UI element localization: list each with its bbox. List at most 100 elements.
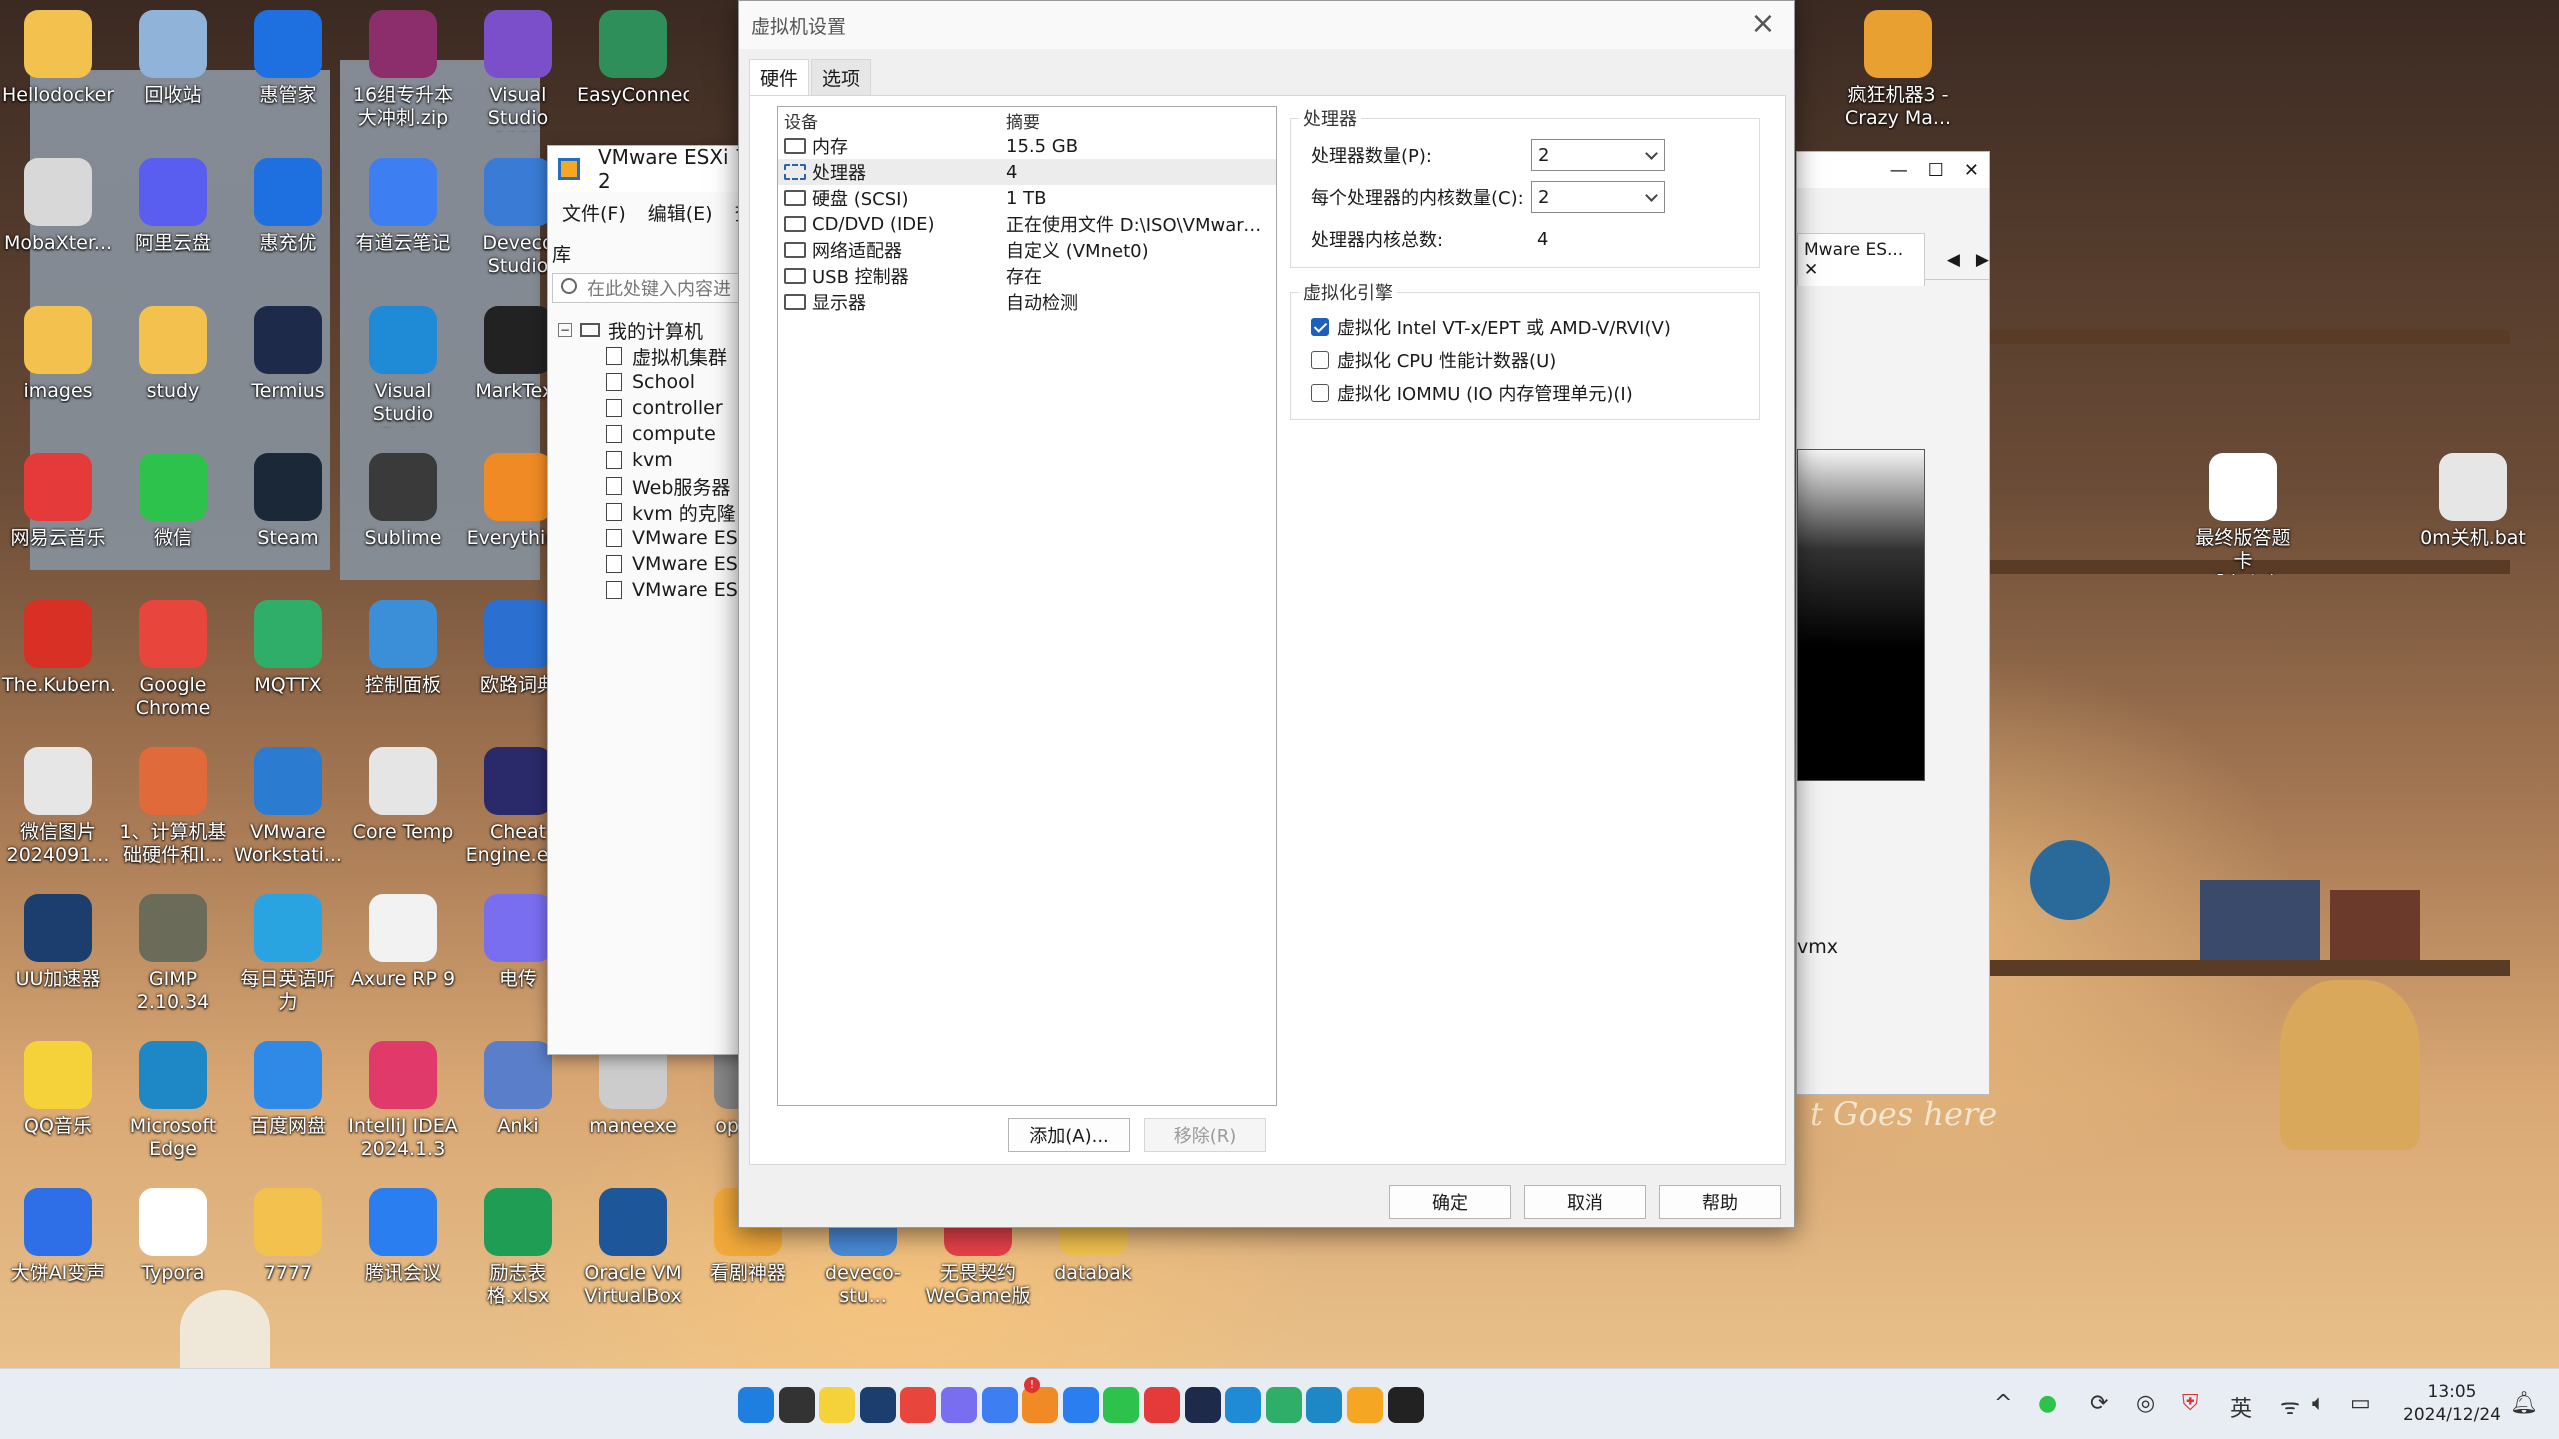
tree-item[interactable]: VMware ESX <box>558 525 756 551</box>
desktop-icon[interactable]: 回收站 <box>117 10 229 107</box>
vm-preview-screen[interactable] <box>1797 449 1925 781</box>
desktop-icon[interactable]: 每日英语听力 <box>232 894 344 1014</box>
desktop-icon[interactable]: 励志表格.xlsx <box>462 1188 574 1308</box>
desktop-icon[interactable]: The.Kubern... <box>2 600 114 697</box>
desktop-icon[interactable]: VMware Workstati... <box>232 747 344 867</box>
desktop-icon[interactable]: images <box>2 306 114 403</box>
desktop-icon[interactable]: 百度网盘 <box>232 1041 344 1138</box>
vtx-checkbox-row[interactable]: 虚拟化 Intel VT-x/EPT 或 AMD-V/RVI(V) <box>1311 313 1671 341</box>
volume-icon[interactable]: 🔈︎ <box>2312 1391 2325 1416</box>
cancel-button[interactable]: 取消 <box>1524 1185 1646 1219</box>
tab-hardware[interactable]: 硬件 <box>749 59 810 95</box>
iommu-checkbox[interactable] <box>1311 384 1329 402</box>
device-row[interactable]: 处理器 4 <box>778 159 1276 185</box>
desktop-icon[interactable]: 网易云音乐 <box>2 453 114 550</box>
menu-file[interactable]: 文件(F) <box>562 199 626 226</box>
remove-device-button[interactable]: 移除(R) <box>1144 1118 1266 1152</box>
desktop-icon[interactable]: EasyConnect <box>577 10 689 107</box>
vmware-main-window[interactable]: VMware ESXi 7 2 文件(F) 编辑(E) 查 库 在此处键入内容进… <box>547 145 757 1055</box>
close-icon[interactable]: ✕ <box>1964 160 1979 181</box>
security-tray-icon[interactable]: ⛨ <box>2182 1391 2199 1416</box>
start-icon[interactable] <box>738 1387 774 1423</box>
vscode-icon[interactable] <box>1225 1387 1261 1423</box>
tree-item[interactable]: kvm <box>558 447 756 473</box>
tree-item[interactable]: compute <box>558 421 756 447</box>
tab-vmware-esxi[interactable]: Mware ES... ✕ <box>1797 233 1925 286</box>
desktop-icon[interactable]: 微信图片 2024091... <box>2 747 114 867</box>
mqttx-icon[interactable] <box>1266 1387 1302 1423</box>
desktop-icon[interactable]: 最终版答题卡 【中小企业... <box>2187 453 2299 575</box>
task-view-icon[interactable] <box>779 1387 815 1423</box>
youdao-note-icon[interactable] <box>982 1387 1018 1423</box>
desktop-icon[interactable]: MQTTX <box>232 600 344 697</box>
desktop-icon[interactable]: study <box>117 306 229 403</box>
ime-indicator[interactable]: 英 <box>2230 1391 2252 1423</box>
uu-icon[interactable] <box>860 1387 896 1423</box>
sync-tray-icon[interactable]: ⟳ <box>2090 1391 2108 1416</box>
battery-icon[interactable]: ▭ <box>2350 1391 2371 1416</box>
star-app-icon[interactable] <box>1063 1387 1099 1423</box>
desktop-icon[interactable]: Microsoft Edge <box>117 1041 229 1161</box>
vmware-icon[interactable] <box>1347 1387 1383 1423</box>
device-row[interactable]: USB 控制器 存在 <box>778 263 1276 289</box>
vtx-checkbox[interactable] <box>1311 318 1329 336</box>
add-device-button[interactable]: 添加(A)... <box>1008 1118 1130 1152</box>
tree-collapse-icon[interactable]: − <box>558 323 572 337</box>
desktop-icon[interactable]: QQ音乐 <box>2 1041 114 1138</box>
app-tray-icon[interactable]: ◎ <box>2136 1391 2155 1416</box>
iommu-checkbox-row[interactable]: 虚拟化 IOMMU (IO 内存管理单元)(I) <box>1311 379 1633 407</box>
edge-icon[interactable] <box>1306 1387 1342 1423</box>
help-button[interactable]: 帮助 <box>1659 1185 1781 1219</box>
tree-item[interactable]: School <box>558 369 756 395</box>
device-row[interactable]: 网络适配器 自定义 (VMnet0) <box>778 237 1276 263</box>
desktop-icon[interactable]: UU加速器 <box>2 894 114 991</box>
desktop-icon[interactable]: 腾讯会议 <box>347 1188 459 1285</box>
maximize-icon[interactable]: ☐ <box>1928 160 1944 181</box>
cpu-counters-checkbox-row[interactable]: 虚拟化 CPU 性能计数器(U) <box>1311 346 1556 374</box>
tree-item[interactable]: kvm 的克隆 <box>558 499 756 525</box>
desktop-icon[interactable]: Anki <box>462 1041 574 1138</box>
processor-count-select[interactable]: 2 <box>1531 139 1665 171</box>
close-tab-icon[interactable]: ✕ <box>1804 260 1818 280</box>
desktop-icon[interactable]: 阿里云盘 <box>117 158 229 255</box>
chrome-icon[interactable] <box>900 1387 936 1423</box>
device-row[interactable]: 内存 15.5 GB <box>778 133 1276 159</box>
device-row[interactable]: CD/DVD (IDE) 正在使用文件 D:\ISO\VMware-... <box>778 211 1276 237</box>
desktop-icon[interactable]: 大饼AI变声 <box>2 1188 114 1285</box>
everything-icon[interactable] <box>1022 1387 1058 1423</box>
cores-per-processor-select[interactable]: 2 <box>1531 181 1665 213</box>
desktop-icon[interactable]: 16组专升本 大冲刺.zip <box>347 10 459 130</box>
ok-button[interactable]: 确定 <box>1389 1185 1511 1219</box>
tab-scroll-left-icon[interactable]: ◀ <box>1947 250 1960 270</box>
minimize-icon[interactable]: — <box>1890 160 1908 181</box>
qq-music-icon[interactable] <box>819 1387 855 1423</box>
desktop-icon[interactable]: 有道云笔记 <box>347 158 459 255</box>
library-search-input[interactable]: 在此处键入内容进 <box>552 273 752 303</box>
cpu-counters-checkbox[interactable] <box>1311 351 1329 369</box>
background-window-right[interactable]: — ☐ ✕ Mware ES... ✕ ◀ ▶ vmx <box>1796 151 1990 1095</box>
vmware-title-bar[interactable]: VMware ESXi 7 2 <box>548 145 756 193</box>
device-row[interactable]: 硬盘 (SCSI) 1 TB <box>778 185 1276 211</box>
taskbar-clock[interactable]: 13:05 2024/12/24 <box>2402 1381 2502 1427</box>
tree-item[interactable]: Web服务器 <box>558 473 756 499</box>
desktop-icon[interactable]: Sublime <box>347 453 459 550</box>
show-hidden-icons-chevron-icon[interactable]: ^ <box>1994 1391 2012 1416</box>
tree-item[interactable]: VMware ESX <box>558 551 756 577</box>
wechat-tray-icon[interactable]: ● <box>2038 1391 2057 1416</box>
tree-item[interactable]: VMware ESX <box>558 577 756 603</box>
vm-settings-dialog[interactable]: 虚拟机设置 × 硬件 选项 设备 摘要 内存 15.5 GB 处理器 4 硬盘 (SCS… <box>738 0 1795 1228</box>
desktop-icon[interactable]: 控制面板 <box>347 600 459 697</box>
desktop-icon[interactable]: IntelliJ IDEA 2024.1.3 <box>347 1041 459 1161</box>
desktop-icon[interactable]: Visual Studio 2022 <box>462 10 574 132</box>
desktop-icon[interactable]: Typora <box>117 1188 229 1285</box>
desktop-icon[interactable]: maneexe <box>577 1041 689 1138</box>
desktop-icon[interactable]: 7777 <box>232 1188 344 1285</box>
desktop-icon[interactable]: 微信 <box>117 453 229 550</box>
close-icon[interactable]: × <box>1748 9 1778 39</box>
desktop-icon[interactable]: MobaXter... <box>2 158 114 255</box>
dialog-title-bar[interactable]: 虚拟机设置 × <box>739 1 1794 49</box>
tab-scroll-right-icon[interactable]: ▶ <box>1976 250 1989 270</box>
wifi-icon[interactable]: ᯤ <box>2280 1391 2300 1421</box>
tree-item[interactable]: controller <box>558 395 756 421</box>
desktop-icon[interactable]: Core Temp <box>347 747 459 844</box>
